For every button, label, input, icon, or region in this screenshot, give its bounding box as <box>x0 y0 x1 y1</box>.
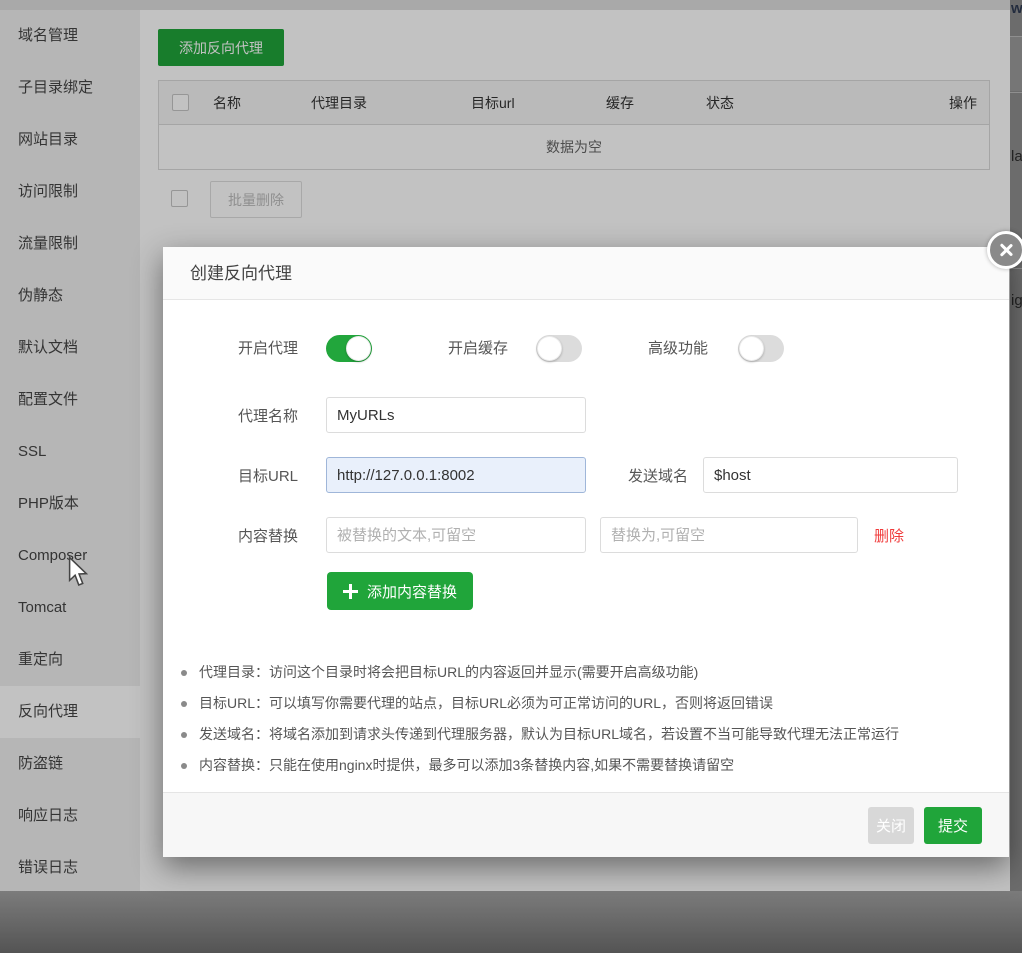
bullet-icon <box>181 701 187 707</box>
toggle-knob <box>346 336 371 361</box>
toggle-knob <box>537 336 562 361</box>
replace-from-input[interactable] <box>326 517 586 553</box>
bullet-icon <box>181 670 187 676</box>
tips-list: 代理目录：访问这个目录时将会把目标URL的内容返回并显示(需要开启高级功能) 目… <box>163 657 1009 781</box>
add-content-replace-label: 添加内容替换 <box>367 583 458 601</box>
enable-proxy-label: 开启代理 <box>238 340 299 357</box>
create-reverse-proxy-modal: 创建反向代理 开启代理 开启缓存 高级功能 代理名称 目标URL 发送域名 内容… <box>163 247 1009 857</box>
close-icon <box>998 242 1014 258</box>
enable-cache-toggle[interactable] <box>536 335 582 362</box>
target-url-label: 目标URL <box>238 468 299 485</box>
modal-close-button[interactable] <box>987 231 1022 269</box>
target-url-input[interactable] <box>326 457 586 493</box>
modal-title: 创建反向代理 <box>190 264 292 283</box>
proxy-name-input[interactable] <box>326 397 586 433</box>
advanced-features-toggle[interactable] <box>738 335 784 362</box>
bullet-icon <box>181 732 187 738</box>
delete-replace-link[interactable]: 删除 <box>874 525 904 546</box>
modal-footer: 关闭 提交 <box>163 792 1009 857</box>
modal-header: 创建反向代理 <box>163 247 1009 300</box>
close-button[interactable]: 关闭 <box>867 806 914 844</box>
send-domain-input[interactable] <box>703 457 958 493</box>
tip-item: 内容替换：只能在使用nginx时提供，最多可以添加3条替换内容,如果不需要替换请… <box>163 750 1009 781</box>
replace-to-input[interactable] <box>600 517 858 553</box>
proxy-name-label: 代理名称 <box>238 408 299 425</box>
add-content-replace-button[interactable]: 添加内容替换 <box>327 572 474 610</box>
plus-icon <box>343 583 358 599</box>
toggle-knob <box>739 336 764 361</box>
tip-item: 发送域名：将域名添加到请求头传递到代理服务器，默认为目标URL域名，若设置不当可… <box>163 719 1009 750</box>
send-domain-label: 发送域名 <box>628 468 689 485</box>
bullet-icon <box>181 763 187 769</box>
enable-cache-label: 开启缓存 <box>448 340 509 357</box>
tip-item: 代理目录：访问这个目录时将会把目标URL的内容返回并显示(需要开启高级功能) <box>163 657 1009 688</box>
submit-button[interactable]: 提交 <box>923 806 982 844</box>
advanced-features-label: 高级功能 <box>648 340 709 357</box>
content-replace-label: 内容替换 <box>238 528 299 545</box>
enable-proxy-toggle[interactable] <box>326 335 372 362</box>
site-settings-page: 域名管理 子目录绑定 网站目录 访问限制 流量限制 伪静态 默认文档 配置文件 SSL PHP版本… <box>0 0 1022 953</box>
tip-item: 目标URL：可以填写你需要代理的站点，目标URL必须为可正常访问的URL，否则将… <box>163 688 1009 719</box>
